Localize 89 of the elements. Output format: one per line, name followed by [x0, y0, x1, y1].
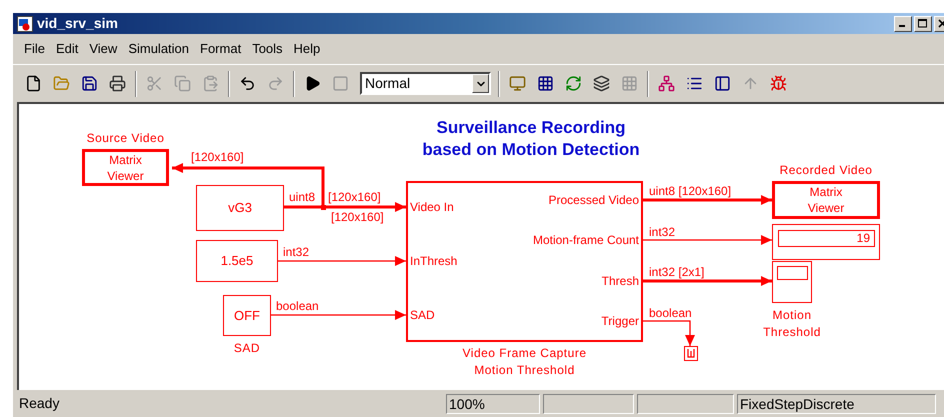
panel-icon: [714, 75, 731, 92]
block-label: OFF: [234, 306, 260, 325]
signal-label: [120x160]: [191, 150, 244, 164]
save-icon: [81, 75, 98, 92]
print-icon: [109, 75, 126, 92]
signal-label: boolean: [649, 306, 692, 320]
constant-block[interactable]: 1.5e5: [196, 240, 278, 282]
maximize-button[interactable]: [914, 16, 932, 32]
signal-line[interactable]: [643, 320, 695, 346]
refresh-icon: [565, 75, 582, 92]
block-caption: Video Frame Capture: [462, 345, 586, 362]
mode-dropdown[interactable]: Normal: [360, 72, 491, 95]
block-caption: Threshold: [763, 324, 821, 341]
minimize-button[interactable]: [894, 16, 912, 32]
display-block[interactable]: 19: [772, 224, 880, 260]
toolbar-button[interactable]: [107, 72, 128, 94]
app-icon: [17, 16, 33, 32]
menu-item[interactable]: Help: [288, 39, 326, 59]
terminator-block[interactable]: [684, 346, 698, 361]
scope-screen: [777, 266, 808, 280]
block-caption: SAD: [234, 340, 260, 357]
menu-item[interactable]: Tools: [247, 39, 288, 59]
input-port-label: Video In: [410, 200, 454, 214]
viewer-block[interactable]: Matrix Viewer: [772, 181, 880, 219]
output-port-label: Trigger: [600, 314, 639, 328]
viewer-block[interactable]: Matrix Viewer: [82, 149, 169, 186]
diagram-title: Surveillance Recording: [436, 117, 626, 139]
signal-label: int32: [283, 245, 310, 259]
menu-item[interactable]: View: [84, 39, 122, 59]
solver-status: FixedStepDiscrete: [737, 394, 936, 414]
menu-item[interactable]: Format: [195, 39, 246, 59]
subsystem-block[interactable]: [406, 181, 643, 342]
block-caption: Source Video: [86, 130, 164, 147]
block-caption: Motion: [772, 307, 812, 324]
input-port-label: InThresh: [410, 254, 458, 268]
input-port-label: SAD: [410, 308, 435, 322]
stop-icon: [332, 75, 349, 92]
signal-label: int32 [2x1]: [649, 265, 704, 279]
signal-label: uint8 [120x160]: [649, 184, 732, 198]
signal-label: [120x160]: [328, 190, 381, 204]
undo-icon: [239, 75, 256, 92]
folder-icon: [53, 75, 70, 92]
bug-icon: [770, 75, 787, 92]
constant-block[interactable]: OFF: [223, 295, 271, 336]
block-label: Matrix: [810, 184, 842, 200]
block-caption: Motion Threshold: [474, 362, 575, 379]
signal-label: int32: [649, 225, 676, 239]
layers-icon: [593, 75, 610, 92]
menu-item[interactable]: Simulation: [123, 39, 194, 59]
scope-block[interactable]: [772, 261, 812, 303]
dropdown-value: Normal: [364, 74, 412, 93]
copy-icon: [174, 75, 191, 92]
paste-icon: [202, 75, 219, 92]
output-port-label: Thresh: [600, 274, 639, 288]
new-file-icon: [25, 75, 42, 92]
signal-line[interactable]: [643, 235, 772, 245]
block-label: Viewer: [107, 168, 144, 184]
diagram-title: based on Motion Detection: [422, 139, 640, 161]
output-port-label: Motion-frame Count: [532, 233, 639, 247]
signal-label: uint8: [289, 190, 316, 204]
zoom-status: 100%: [446, 394, 540, 414]
redo-icon: [267, 75, 284, 92]
maximize-icon: [918, 19, 928, 28]
signal-line[interactable]: [278, 256, 406, 266]
monitor-icon: [509, 75, 526, 92]
status-text: Ready: [18, 394, 60, 413]
menu-item[interactable]: File: [19, 39, 50, 59]
output-port-label: Processed Video: [547, 193, 639, 207]
source-block[interactable]: vG3: [196, 185, 284, 231]
block-caption: Recorded Video: [780, 162, 872, 179]
signal-line[interactable]: [271, 310, 406, 320]
block-label: 1.5e5: [220, 252, 254, 270]
block-label: Matrix: [109, 152, 142, 168]
grid-icon: [537, 75, 554, 92]
window-title: vid_srv_sim: [37, 14, 118, 33]
cut-icon: [146, 75, 163, 92]
signal-line[interactable]: [284, 202, 406, 212]
signal-label: [120x160]: [331, 210, 384, 224]
list-icon: [686, 75, 703, 92]
menu-item[interactable]: Edit: [50, 39, 84, 59]
dropdown-arrow-button[interactable]: [472, 74, 489, 93]
grid-icon: [621, 75, 638, 92]
play-icon: [304, 75, 321, 92]
signal-label: boolean: [276, 299, 319, 313]
display-readout: 19: [778, 230, 875, 247]
network-icon: [658, 75, 675, 92]
block-label: Viewer: [808, 200, 844, 216]
block-label: vG3: [228, 199, 252, 218]
toolbar-button[interactable]: [591, 72, 612, 94]
